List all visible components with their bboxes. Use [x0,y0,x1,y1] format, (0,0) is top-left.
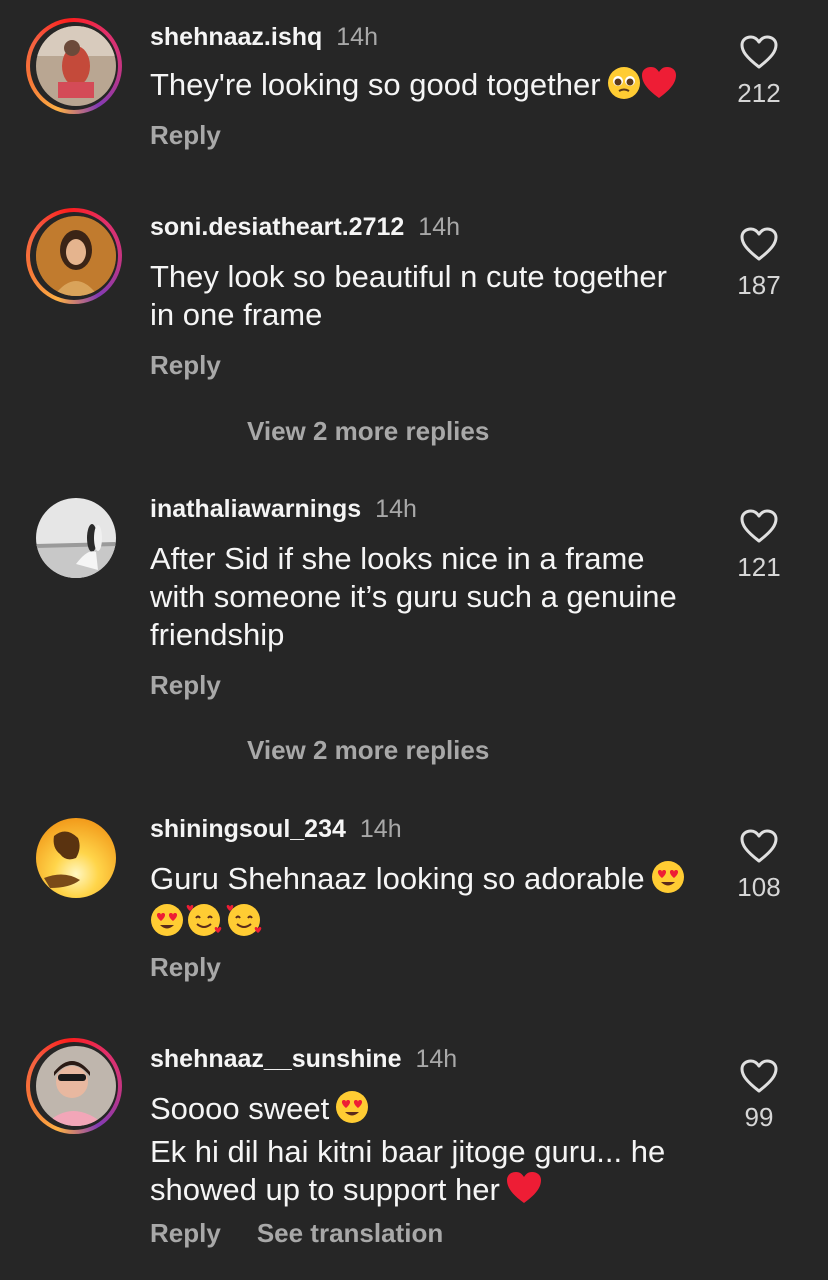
comment-line-text: They're looking so good together [150,67,601,102]
comment-meta: shiningsoul_234 14h [150,814,402,844]
reply-button[interactable]: Reply [150,1218,221,1248]
comment-line: They look so beautiful n cute together [150,259,667,294]
like-count: 121 [737,552,781,582]
heart-icon[interactable] [727,226,791,262]
comment-actions: Reply [150,120,221,150]
comment-meta: shehnaaz__sunshine 14h [150,1044,457,1074]
timestamp: 14h [415,1045,458,1073]
heart-icon[interactable] [727,34,791,70]
comment-meta: shehnaaz.ishq 14h [150,22,378,52]
comment-actions: Reply See translation [150,1218,443,1248]
avatar[interactable] [36,216,116,296]
smiling-face-with-hearts-emoji-icon [224,903,264,946]
comment-meta: inathaliawarnings 14h [150,494,417,524]
heart-icon[interactable] [727,1058,791,1094]
reply-button[interactable]: Reply [150,120,221,150]
username[interactable]: shiningsoul_234 [150,815,346,843]
heart-eyes-emoji-icon [335,1090,369,1133]
like-count: 212 [737,78,781,108]
username[interactable]: shehnaaz__sunshine [150,1045,401,1073]
comment-line-text: Soooo sweet [150,1091,330,1126]
comment-actions: Reply [150,350,221,380]
like-control: 108 [727,828,791,902]
comment-line: with someone it’s guru such a genuine [150,579,677,614]
like-control: 212 [727,34,791,108]
comment-actions: Reply [150,952,221,982]
reply-button[interactable]: Reply [150,952,221,982]
comment-meta: soni.desiatheart.2712 14h [150,212,460,242]
username[interactable]: shehnaaz.ishq [150,23,322,51]
red-heart-emoji-icon [506,1171,542,1214]
username[interactable]: soni.desiatheart.2712 [150,213,404,241]
comment-line-text: Guru Shehnaaz looking so adorable [150,861,645,896]
view-more-replies-button[interactable]: View 2 more replies [247,735,489,765]
red-heart-emoji-icon [641,66,677,109]
heart-eyes-emoji-icon [651,860,685,903]
like-control: 99 [727,1058,791,1132]
comment-text: Guru Shehnaaz looking so adorable [150,860,710,946]
comment-line: in one frame [150,297,323,332]
smiling-face-with-hearts-emoji-icon [184,903,224,946]
pleading-face-emoji-icon [607,66,641,109]
like-control: 121 [727,508,791,582]
comment-line: After Sid if she looks nice in a frame [150,541,645,576]
comment-line-text: showed up to support her [150,1172,500,1207]
heart-eyes-emoji-icon [150,903,184,946]
like-count: 99 [744,1102,774,1132]
heart-icon[interactable] [727,828,791,864]
reply-button[interactable]: Reply [150,350,221,380]
timestamp: 14h [336,23,378,51]
comment-text: Soooo sweet Ek hi dil hai kitni baar jit… [150,1090,710,1214]
comment-line: Soooo sweet [150,1090,710,1133]
avatar[interactable] [36,1046,116,1126]
timestamp: 14h [375,495,417,523]
avatar[interactable] [36,818,116,898]
heart-icon[interactable] [727,508,791,544]
like-count: 108 [737,872,781,902]
like-control: 187 [727,226,791,300]
see-translation-button[interactable]: See translation [257,1218,443,1248]
emoji-line [150,903,710,946]
comment-text: They look so beautiful n cute together i… [150,258,710,334]
comment-line: Guru Shehnaaz looking so adorable [150,860,710,903]
comment-line: Ek hi dil hai kitni baar jitoge guru... … [150,1134,666,1169]
like-count: 187 [737,270,781,300]
avatar[interactable] [36,26,116,106]
comment-line: They're looking so good together [150,66,710,109]
comment-line: friendship [150,617,285,652]
avatar[interactable] [36,498,116,578]
comment-text: After Sid if she looks nice in a frame w… [150,540,710,654]
view-more-replies-button[interactable]: View 2 more replies [247,416,489,446]
username[interactable]: inathaliawarnings [150,495,361,523]
timestamp: 14h [359,815,402,843]
comment-line: showed up to support her [150,1171,710,1214]
comment-actions: Reply [150,670,221,700]
comment-text: They're looking so good together [150,66,710,109]
reply-button[interactable]: Reply [150,670,221,700]
timestamp: 14h [418,213,461,241]
